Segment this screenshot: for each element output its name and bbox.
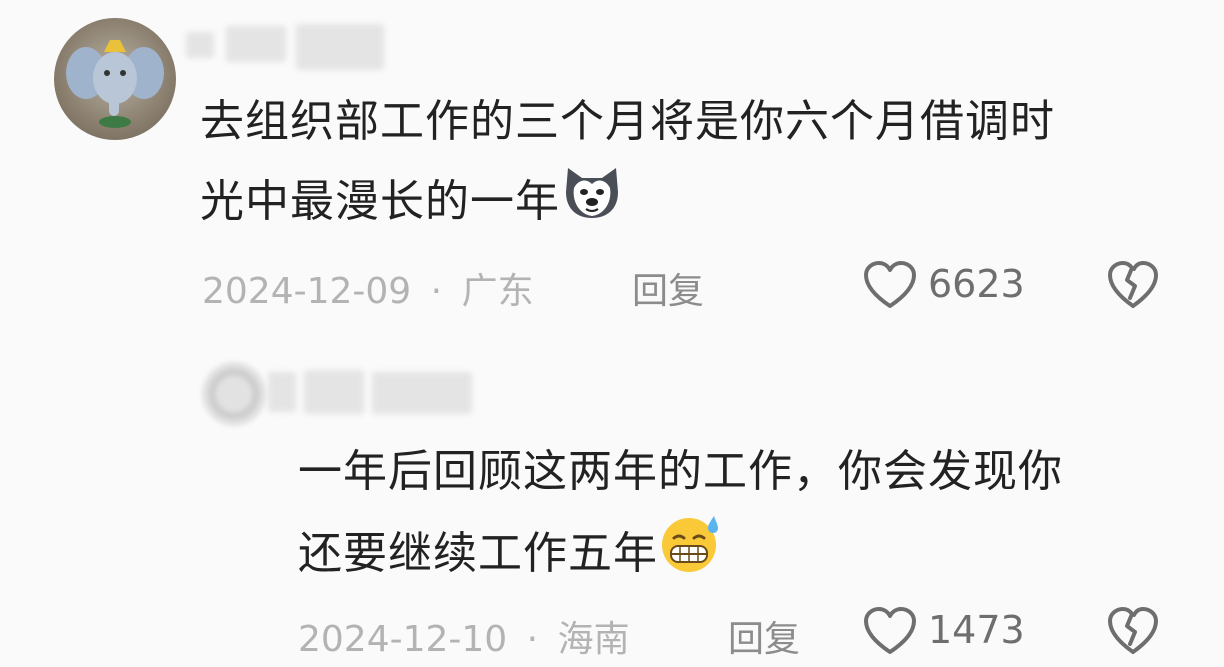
heart-icon <box>864 261 916 308</box>
like-button[interactable] <box>862 260 922 312</box>
comment-meta: 2024-12-10 · 海南 <box>298 610 630 662</box>
broken-heart-icon <box>1108 261 1158 308</box>
reply-button[interactable]: 回复 <box>632 262 704 314</box>
grimace-sweat-icon <box>658 512 724 600</box>
avatar[interactable] <box>54 18 176 140</box>
separator: · <box>430 271 443 312</box>
comment-location: 海南 <box>557 619 630 660</box>
comment-meta: 2024-12-09 · 广东 <box>202 262 534 314</box>
comment-date: 2024-12-10 <box>298 619 508 660</box>
comment-text: 一年后回顾这两年的工作，你会发现你 还要继续工作五年 <box>298 432 1063 600</box>
comment-line: 光中最漫长的一年 <box>200 162 1055 246</box>
like-button[interactable] <box>862 606 922 658</box>
dislike-button[interactable] <box>1106 260 1162 312</box>
separator: · <box>526 619 539 660</box>
comment-line: 一年后回顾这两年的工作，你会发现你 <box>298 446 1063 497</box>
elephant-icon <box>66 40 164 128</box>
dislike-button[interactable] <box>1106 606 1162 658</box>
username-blurred[interactable] <box>186 22 386 78</box>
comment-text: 去组织部工作的三个月将是你六个月借调时 光中最漫长的一年 <box>200 82 1055 246</box>
comment-location: 广东 <box>461 271 534 312</box>
comment-line: 还要继续工作五年 <box>298 512 1063 600</box>
default-avatar-icon <box>208 368 260 420</box>
like-count: 6623 <box>928 262 1025 306</box>
dog-face-icon <box>560 162 624 246</box>
comment-date: 2024-12-09 <box>202 271 412 312</box>
broken-heart-icon <box>1108 607 1158 654</box>
comment-line: 去组织部工作的三个月将是你六个月借调时 <box>200 96 1055 147</box>
avatar[interactable] <box>202 362 266 426</box>
username-blurred[interactable] <box>268 366 478 422</box>
heart-icon <box>864 607 916 654</box>
like-count: 1473 <box>928 608 1025 652</box>
reply-button[interactable]: 回复 <box>728 610 800 662</box>
